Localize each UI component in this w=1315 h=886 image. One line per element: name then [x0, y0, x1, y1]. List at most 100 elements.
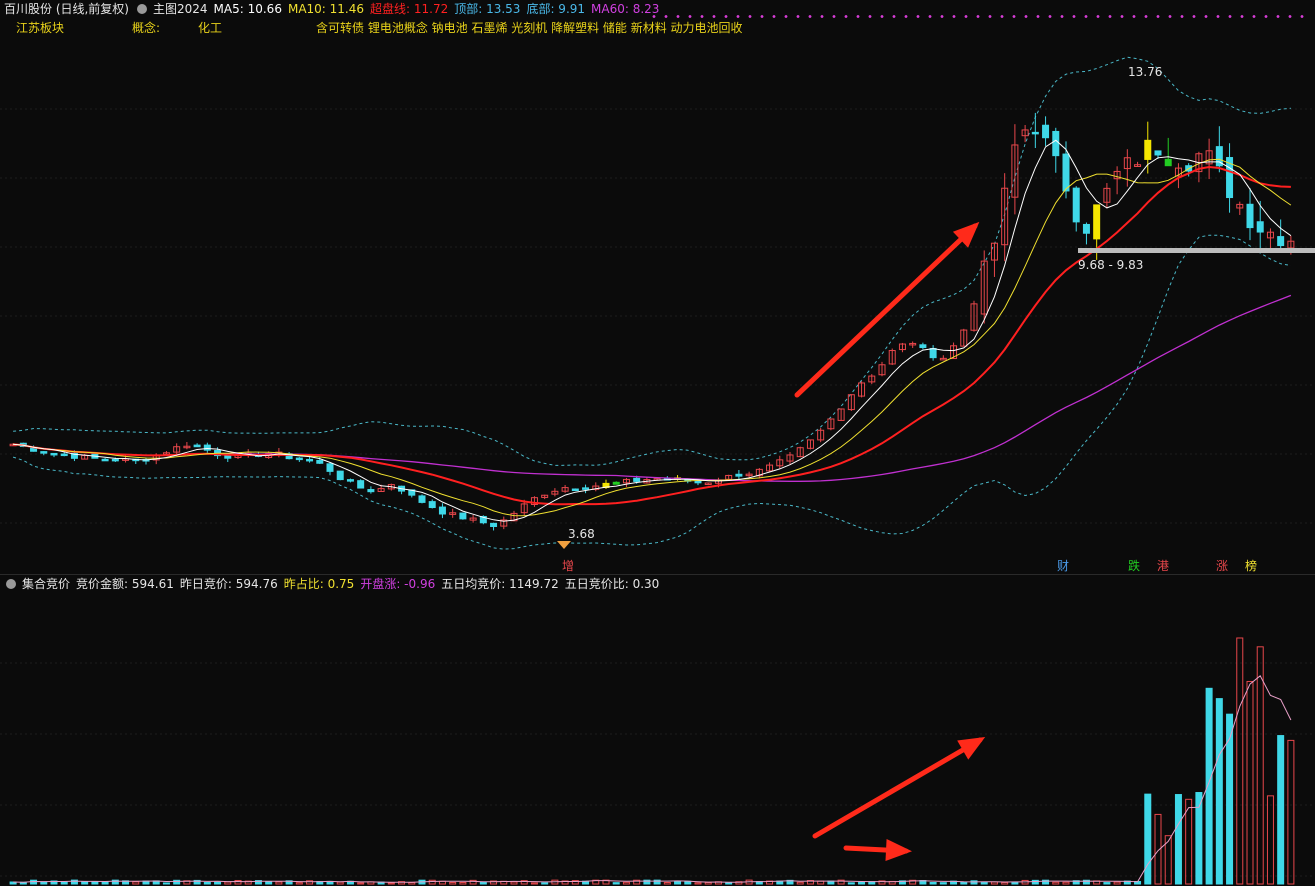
- low-price-label: 3.68: [568, 527, 595, 541]
- candle-body: [1072, 187, 1080, 223]
- event-marker-zeng[interactable]: 增: [562, 559, 574, 573]
- candles: [9, 112, 1295, 531]
- auction-bar: [510, 881, 518, 885]
- auction-bar: [847, 882, 855, 885]
- candle-body: [1144, 139, 1152, 160]
- auction-bar: [1287, 739, 1295, 885]
- candle-body: [1256, 221, 1264, 233]
- auction-bar: [162, 882, 170, 885]
- candle-body: [1031, 131, 1039, 135]
- trend-arrow-volume: [812, 737, 983, 839]
- auction-bar: [60, 881, 68, 885]
- candle-body: [1154, 150, 1162, 156]
- auction-bar: [357, 882, 365, 885]
- candle-body: [612, 481, 620, 485]
- event-marker-bang[interactable]: 榜: [1245, 558, 1257, 573]
- candle-body: [316, 459, 324, 464]
- candle-body: [929, 347, 937, 359]
- event-marker-die[interactable]: 跌: [1128, 558, 1140, 573]
- candle-body: [306, 458, 314, 462]
- auction-bar: [541, 882, 549, 885]
- auction-bar: [40, 881, 48, 885]
- candle-body: [571, 488, 579, 492]
- auction-bar: [1052, 881, 1060, 885]
- auction-bar: [224, 881, 232, 885]
- candle-body: [346, 479, 354, 482]
- auction-bar: [612, 882, 620, 885]
- candle-body: [326, 463, 334, 472]
- auction-bar: [1256, 646, 1264, 885]
- auction-bar: [1236, 637, 1244, 885]
- high-price-label: 13.76: [1128, 65, 1162, 79]
- candle-body: [459, 512, 467, 520]
- candle-body: [1052, 130, 1060, 157]
- candle-body: [490, 522, 498, 528]
- auction-bar: [970, 880, 978, 885]
- band-lower: [12, 234, 1291, 550]
- auction-bar: [1062, 881, 1070, 885]
- candle-body: [336, 470, 344, 481]
- ma-lines: [12, 139, 1292, 522]
- range-label: 9.68 - 9.83: [1078, 258, 1143, 272]
- auction-bar: [295, 882, 303, 885]
- candle-body: [40, 451, 48, 454]
- support-band: [1078, 248, 1315, 253]
- auction-bar: [1001, 881, 1009, 885]
- candle-body: [367, 489, 375, 493]
- auction-bar: [91, 881, 99, 885]
- auction-bar: [173, 879, 181, 885]
- candle-body: [919, 344, 927, 349]
- auction-bar: [428, 879, 436, 885]
- candle-body: [203, 444, 211, 451]
- auction-bar: [265, 881, 273, 885]
- event-marker-zhang[interactable]: 涨: [1216, 558, 1228, 573]
- trend-arrow-small-head: [885, 839, 912, 861]
- low-marker-icon: [557, 541, 571, 549]
- candle-body: [633, 477, 641, 482]
- auction-bar: [858, 881, 866, 885]
- candle-body: [111, 458, 119, 462]
- auction-bar: [674, 881, 682, 885]
- auction-bars: [9, 637, 1295, 885]
- auction-bar: [132, 881, 140, 885]
- auction-bar: [1144, 793, 1152, 885]
- ma5-line: [13, 139, 1292, 522]
- candle-body: [1246, 203, 1254, 229]
- candle-body: [438, 506, 446, 515]
- auction-bar: [336, 881, 344, 885]
- auction-bar: [1185, 798, 1193, 885]
- candle-body: [1082, 223, 1090, 234]
- auction-bar: [214, 881, 222, 885]
- auction-bar: [929, 882, 937, 885]
- trend-arrow-main: [794, 223, 978, 398]
- auction-bar: [1215, 698, 1223, 885]
- candle-body: [101, 458, 109, 462]
- auction-bar: [1277, 735, 1285, 885]
- candle-body: [30, 447, 38, 452]
- candle-body: [735, 473, 743, 477]
- bollinger-bands: [12, 56, 1291, 550]
- candle-body: [1042, 124, 1050, 139]
- auction-avg-line: [13, 675, 1292, 883]
- auction-bar: [725, 882, 733, 885]
- event-marker-gang[interactable]: 港: [1157, 559, 1169, 573]
- candle-body: [1093, 204, 1101, 240]
- candle-body: [295, 457, 303, 461]
- candle-body: [428, 501, 436, 509]
- kline-chart[interactable]: 13.76 3.68 9.68 - 9.83 增 财 跌 港 涨 榜: [0, 0, 1315, 886]
- auction-bar: [939, 882, 947, 885]
- candle-body: [60, 453, 68, 457]
- candle-body: [224, 455, 232, 459]
- auction-bar: [1266, 795, 1274, 885]
- event-marker-cai[interactable]: 财: [1057, 559, 1069, 573]
- candle-body: [582, 487, 590, 490]
- auction-bar: [81, 881, 89, 885]
- candle-body: [1277, 236, 1285, 247]
- auction-bar: [704, 881, 712, 885]
- candle-body: [1062, 153, 1070, 192]
- candle-body: [418, 495, 426, 503]
- auction-bar: [622, 881, 630, 885]
- grid: [0, 108, 1315, 877]
- candle-body: [939, 357, 947, 361]
- auction-bar: [449, 881, 457, 885]
